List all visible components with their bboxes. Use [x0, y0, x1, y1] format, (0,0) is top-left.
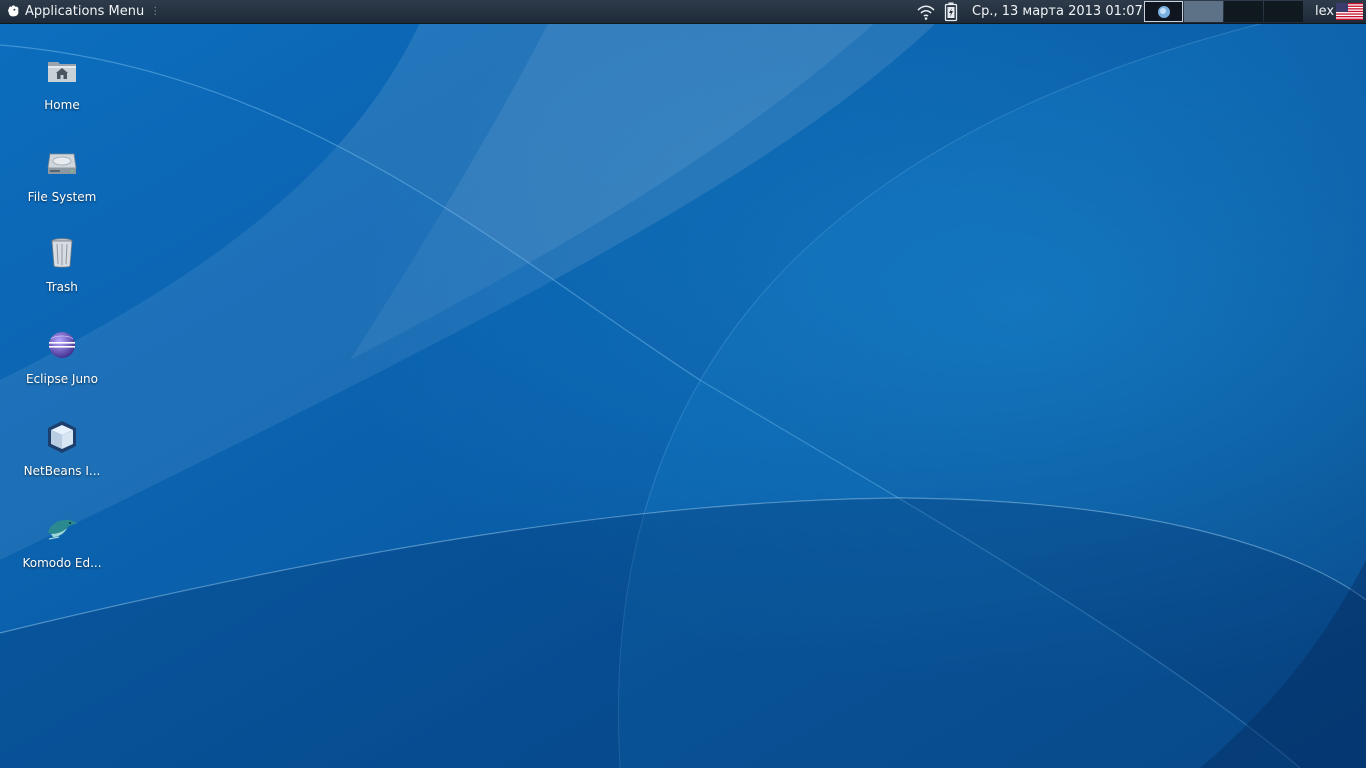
desktop-icon-label: Komodo Ed... — [22, 556, 102, 570]
eclipse-icon — [49, 332, 75, 358]
workspace-1[interactable] — [1144, 1, 1183, 22]
desktop-icon-label: Home — [44, 98, 80, 112]
window-miniature-icon — [1158, 6, 1170, 18]
battery-icon[interactable] — [944, 2, 958, 22]
workspace-switcher — [1144, 1, 1304, 22]
applications-menu-button[interactable]: Applications Menu ⋮ — [2, 0, 163, 23]
panel-separator-handle: ⋮ — [150, 6, 160, 17]
top-panel: Applications Menu ⋮ Ср., 13 марта 2013 0… — [0, 0, 1366, 24]
desktop-icon-label: File System — [27, 190, 97, 204]
panel-username[interactable]: lex — [1315, 0, 1334, 23]
trash-icon — [51, 238, 73, 268]
hard-drive-icon — [47, 153, 77, 174]
us-flag-icon[interactable] — [1336, 3, 1363, 20]
desktop-icon-home[interactable]: Home — [17, 54, 107, 112]
komodo-icon — [48, 519, 77, 540]
desktop-icon-label: NetBeans I... — [23, 464, 101, 478]
desktop-icon-label: Eclipse Juno — [25, 372, 98, 386]
workspace-2[interactable] — [1184, 1, 1223, 22]
applications-menu-label: Applications Menu — [25, 4, 145, 19]
workspace-3[interactable] — [1224, 1, 1263, 22]
desktop-icon-trash[interactable]: Trash — [17, 236, 107, 294]
netbeans-icon — [48, 421, 76, 453]
desktop-wallpaper — [0, 0, 1366, 768]
desktop-icon-netbeans[interactable]: NetBeans I... — [17, 420, 107, 478]
panel-clock[interactable]: Ср., 13 марта 2013 01:07 — [972, 0, 1143, 23]
home-folder-icon — [48, 62, 76, 82]
xfce-mouse-icon — [8, 5, 19, 17]
wifi-icon[interactable] — [916, 3, 936, 21]
desktop-icon-komodo-edit[interactable]: Komodo Ed... — [17, 512, 107, 570]
workspace-4[interactable] — [1264, 1, 1303, 22]
desktop-icon-eclipse-juno[interactable]: Eclipse Juno — [17, 328, 107, 386]
desktop-icon-file-system[interactable]: File System — [17, 146, 107, 204]
desktop-icon-label: Trash — [46, 280, 78, 294]
